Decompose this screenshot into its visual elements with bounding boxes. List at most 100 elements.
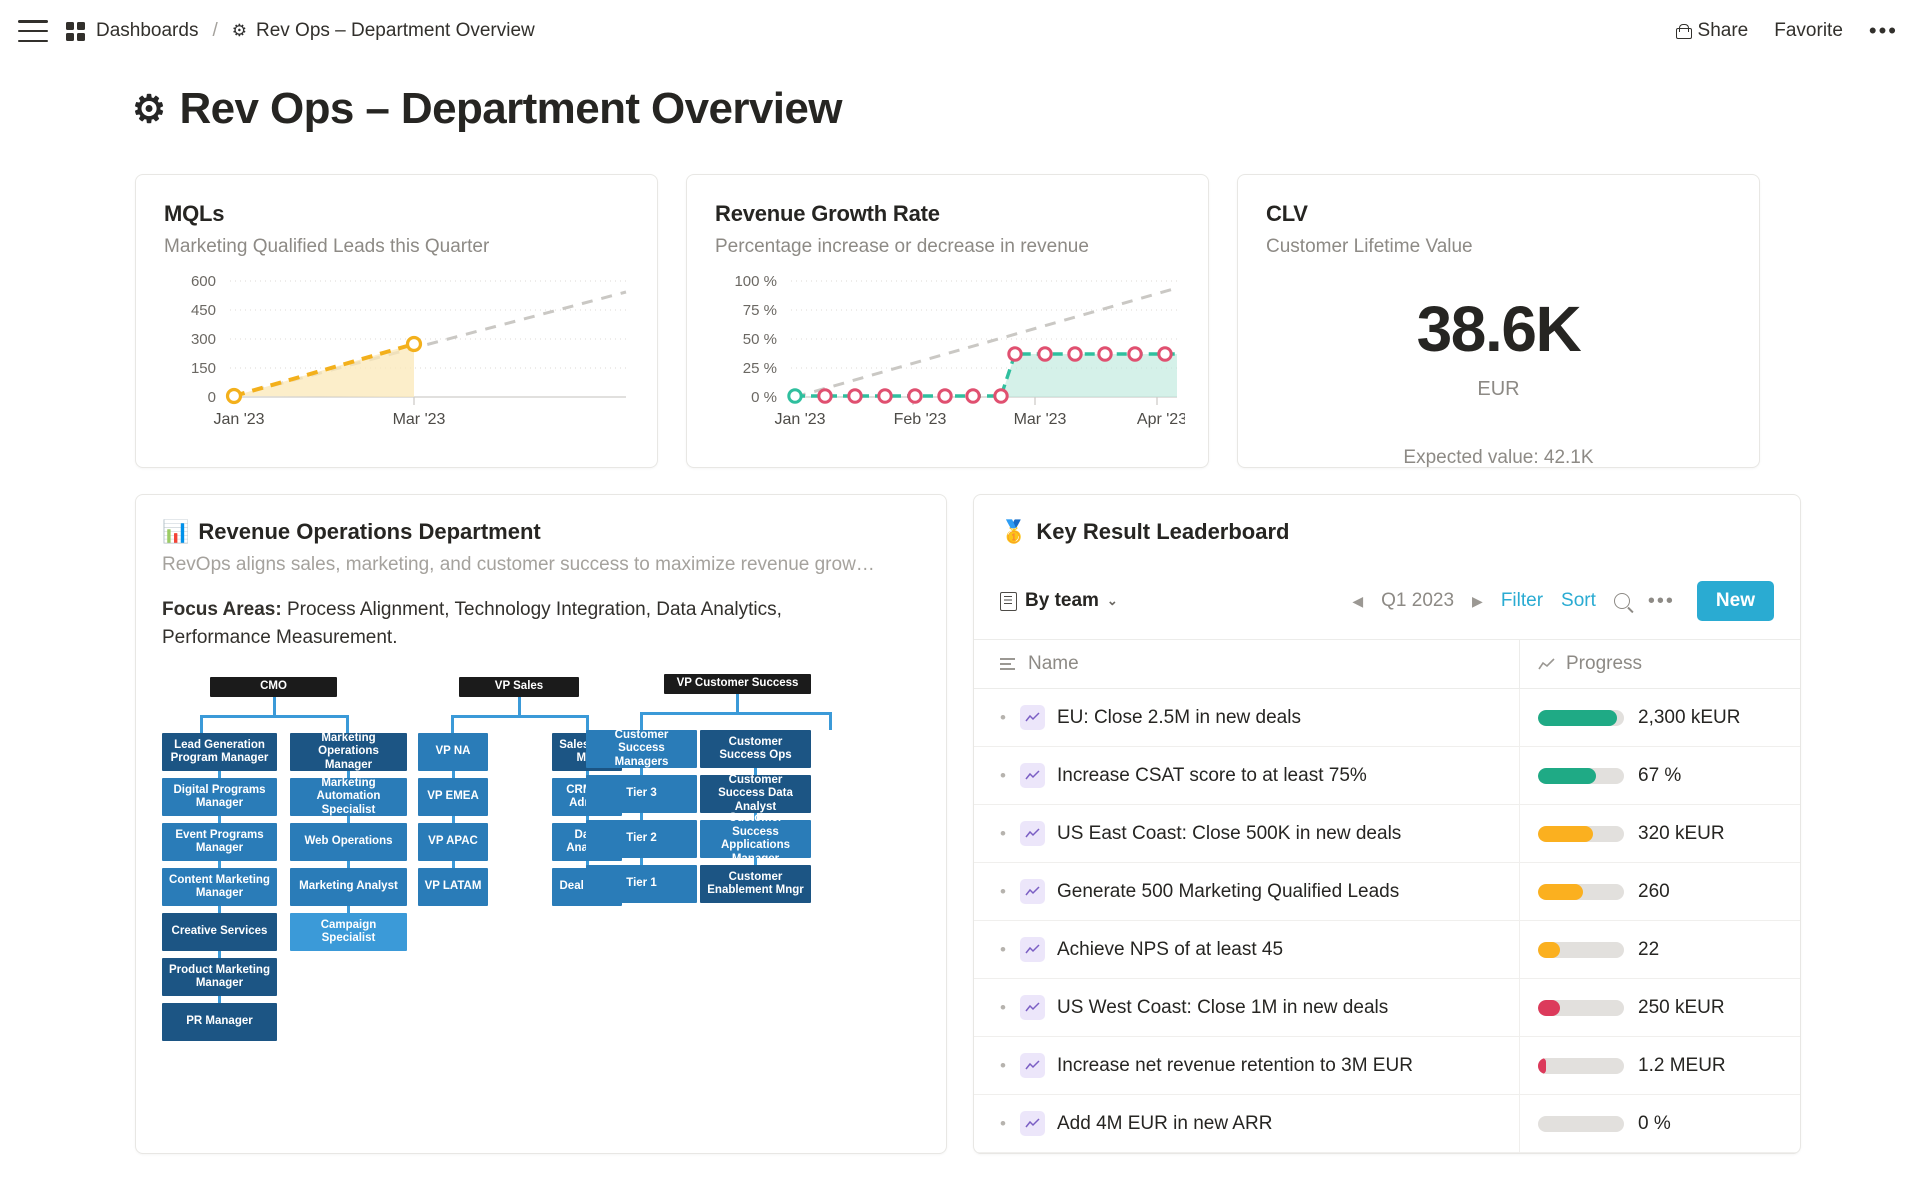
svg-text:Feb '23: Feb '23 <box>894 411 947 428</box>
org-node: VP LATAM <box>418 868 488 906</box>
kpi-subtitle: Percentage increase or decrease in reven… <box>715 236 1180 258</box>
svg-text:450: 450 <box>191 302 216 319</box>
clv-expected-value: Expected value: 42.1K <box>1266 447 1731 469</box>
leaderboard-table: Name Progress •EU: Close 2.5M in new dea… <box>974 639 1800 1154</box>
bar-chart-icon: 📊 <box>162 519 189 545</box>
progress-bar <box>1538 1058 1624 1074</box>
row-name-cell: • US West Coast: Close 1M in new deals <box>974 995 1519 1020</box>
row-bullet-icon: • <box>1000 1056 1020 1076</box>
kpi-card-mqls[interactable]: MQLs Marketing Qualified Leads this Quar… <box>135 174 658 468</box>
mqls-chart: 600450 300150 0 Jan '23Mar '23 <box>164 272 629 442</box>
kpi-subtitle: Customer Lifetime Value <box>1266 236 1731 258</box>
key-result-icon <box>1020 937 1045 962</box>
filter-button[interactable]: Filter <box>1501 590 1543 612</box>
column-header-progress[interactable]: Progress <box>1519 640 1800 688</box>
sort-button[interactable]: Sort <box>1561 590 1596 612</box>
org-node: Customer Enablement Mngr <box>700 865 811 903</box>
leaderboard-more-icon[interactable]: ••• <box>1648 596 1675 606</box>
breadcrumb-current[interactable]: ⚙ Rev Ops – Department Overview <box>232 20 535 42</box>
row-progress-cell: 260 <box>1519 863 1800 920</box>
row-value-label: 1.2 MEUR <box>1638 1055 1726 1077</box>
lock-icon <box>1676 24 1690 39</box>
favorite-button[interactable]: Favorite <box>1774 20 1843 42</box>
table-row[interactable]: •EU: Close 2.5M in new deals2,300 kEUR <box>974 689 1800 747</box>
row-bullet-icon: • <box>1000 708 1020 728</box>
kpi-card-clv[interactable]: CLV Customer Lifetime Value 38.6K EUR Ex… <box>1237 174 1760 468</box>
share-button[interactable]: Share <box>1676 20 1749 42</box>
svg-text:50 %: 50 % <box>743 331 777 348</box>
org-node-vp-sales: VP Sales <box>459 677 579 697</box>
svg-text:Mar '23: Mar '23 <box>393 411 446 428</box>
svg-text:150: 150 <box>191 360 216 377</box>
grid-icon <box>66 22 85 41</box>
svg-text:100 %: 100 % <box>734 273 777 290</box>
org-node: Customer Success Ops <box>700 730 811 768</box>
share-label: Share <box>1698 20 1749 42</box>
org-node: Product Marketing Manager <box>162 958 277 996</box>
org-node: Campaign Specialist <box>290 913 407 951</box>
medal-icon: 🥇 <box>1000 519 1027 545</box>
org-node: Digital Programs Manager <box>162 778 277 816</box>
row-progress-cell: 1.2 MEUR <box>1519 1037 1800 1094</box>
kpi-title: MQLs <box>164 201 629 227</box>
table-row[interactable]: •Increase CSAT score to at least 75%67 % <box>974 747 1800 805</box>
table-row[interactable]: •US East Coast: Close 500K in new deals3… <box>974 805 1800 863</box>
key-result-icon <box>1020 995 1045 1020</box>
row-name-cell: •Increase net revenue retention to 3M EU… <box>974 1053 1519 1078</box>
org-node: Tier 1 <box>586 865 697 903</box>
top-bar-actions: Share Favorite ••• <box>1676 20 1898 42</box>
clv-value: 38.6K <box>1266 292 1731 366</box>
row-bullet-icon: • <box>1000 940 1020 960</box>
department-card: 📊 Revenue Operations Department RevOps a… <box>135 494 947 1154</box>
kpi-card-revenue-growth-rate[interactable]: Revenue Growth Rate Percentage increase … <box>686 174 1209 468</box>
table-row[interactable]: • Add 4M EUR in new ARR 0 % <box>974 1095 1800 1153</box>
row-value-label: 0 % <box>1638 1113 1671 1135</box>
more-options-icon[interactable]: ••• <box>1869 24 1898 37</box>
progress-bar <box>1538 768 1624 784</box>
focus-areas-label: Focus Areas: <box>162 599 282 620</box>
row-name-cell: •Increase CSAT score to at least 75% <box>974 763 1519 788</box>
svg-text:75 %: 75 % <box>743 302 777 319</box>
org-node: Tier 3 <box>586 775 697 813</box>
next-period-button[interactable]: ▶ <box>1472 593 1483 610</box>
table-row[interactable]: •Achieve NPS of at least 4522 <box>974 921 1800 979</box>
row-value-label: 260 <box>1638 881 1670 903</box>
row-name-label: Add 4M EUR in new ARR <box>1057 1113 1272 1135</box>
table-row[interactable]: • US West Coast: Close 1M in new deals 250… <box>974 979 1800 1037</box>
key-result-icon <box>1020 763 1045 788</box>
svg-text:0 %: 0 % <box>751 389 777 406</box>
view-selector[interactable]: By team ⌄ <box>1000 590 1118 612</box>
row-bullet-icon: • <box>1000 998 1020 1018</box>
column-header-name[interactable]: Name <box>974 653 1519 675</box>
column-header-progress-label: Progress <box>1566 653 1642 675</box>
previous-period-button[interactable]: ◀ <box>1352 593 1363 610</box>
row-value-label: 250 kEUR <box>1638 997 1725 1019</box>
key-result-icon <box>1020 705 1045 730</box>
hamburger-menu-icon[interactable] <box>18 20 48 42</box>
view-selector-label: By team <box>1025 590 1099 612</box>
table-row[interactable]: •Generate 500 Marketing Qualified Leads2… <box>974 863 1800 921</box>
breadcrumb-dashboards[interactable]: Dashboards <box>96 20 198 42</box>
org-node: Web Operations <box>290 823 407 861</box>
chevron-down-icon: ⌄ <box>1107 593 1118 609</box>
department-header: 📊 Revenue Operations Department <box>162 519 920 545</box>
search-icon[interactable] <box>1614 593 1630 609</box>
org-node: Marketing Automation Specialist <box>290 778 407 816</box>
org-node: Event Programs Manager <box>162 823 277 861</box>
org-node-vp-customer-success: VP Customer Success <box>664 674 811 694</box>
leaderboard-title: Key Result Leaderboard <box>1036 519 1289 545</box>
row-name-label: US West Coast: Close 1M in new deals <box>1057 997 1388 1019</box>
table-row[interactable]: •Increase net revenue retention to 3M EU… <box>974 1037 1800 1095</box>
new-button[interactable]: New <box>1697 581 1774 621</box>
org-node: VP NA <box>418 733 488 771</box>
row-bullet-icon: • <box>1000 766 1020 786</box>
kpi-title: Revenue Growth Rate <box>715 201 1180 227</box>
svg-text:0: 0 <box>208 389 216 406</box>
kpi-title: CLV <box>1266 201 1731 227</box>
row-bullet-icon: • <box>1000 882 1020 902</box>
row-name-cell: •US East Coast: Close 500K in new deals <box>974 821 1519 846</box>
row-progress-cell: 67 % <box>1519 747 1800 804</box>
svg-text:25 %: 25 % <box>743 360 777 377</box>
progress-bar <box>1538 826 1624 842</box>
table-row-partial[interactable]: • <box>974 1153 1800 1154</box>
